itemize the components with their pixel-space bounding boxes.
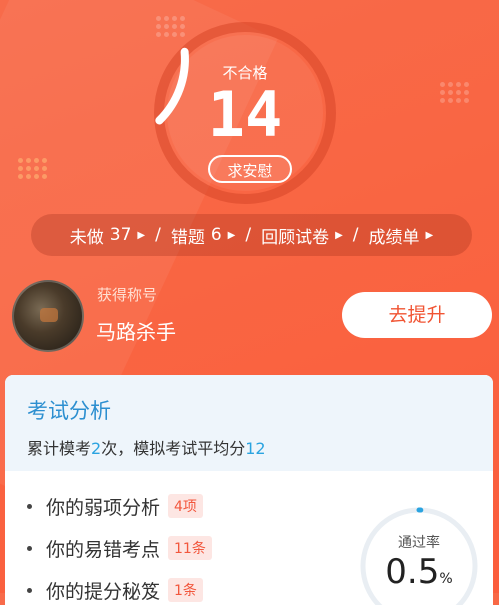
wrong-questions-link[interactable]: 错题 6 ▶ — [171, 223, 236, 248]
pass-rate-gauge: 通过率 0.5% — [357, 504, 481, 605]
summary-prefix: 累计模考 — [27, 439, 91, 458]
score-value: 14 — [150, 80, 340, 150]
summary-middle: 次，模拟考试平均分 — [101, 439, 245, 458]
bullet-icon — [27, 504, 32, 509]
comfort-button[interactable]: 求安慰 — [208, 155, 292, 183]
report-label: 成绩单 — [369, 223, 420, 248]
result-action-bar: 未做 37 ▶ / 错题 6 ▶ / 回顾试卷 ▶ / 成绩单 ▶ — [31, 214, 472, 256]
review-label: 回顾试卷 — [261, 223, 329, 248]
play-arrow-icon: ▶ — [137, 230, 145, 241]
improve-button[interactable]: 去提升 — [342, 292, 492, 338]
list-item-label: 你的易错考点 — [46, 535, 160, 562]
score-gauge: 不合格 14 求安慰 — [150, 18, 340, 208]
score-report-link[interactable]: 成绩单 ▶ — [369, 223, 434, 248]
pass-rate-unit: % — [439, 571, 452, 587]
analysis-title: 考试分析 — [27, 395, 111, 425]
bullet-icon — [27, 588, 32, 593]
undone-questions-link[interactable]: 未做 37 ▶ — [70, 223, 145, 248]
separator: / — [353, 225, 359, 245]
pass-rate-label: 通过率 — [357, 532, 481, 552]
analysis-list: 你的弱项分析 4项 你的易错考点 11条 你的提分秘笈 1条 — [27, 485, 212, 605]
count-badge: 4项 — [168, 494, 203, 518]
play-arrow-icon: ▶ — [426, 230, 434, 241]
earned-title-caption: 获得称号 — [97, 284, 157, 305]
average-score: 12 — [245, 439, 265, 458]
decor-dots — [18, 158, 47, 179]
analysis-header: 考试分析 累计模考2次，模拟考试平均分12 — [5, 375, 493, 471]
review-paper-link[interactable]: 回顾试卷 ▶ — [261, 223, 343, 248]
list-item-tips[interactable]: 你的提分秘笈 1条 — [27, 569, 212, 605]
wrong-count: 6 — [211, 225, 222, 245]
exam-count: 2 — [91, 439, 101, 458]
decor-dots — [440, 82, 469, 103]
exam-analysis-panel: 考试分析 累计模考2次，模拟考试平均分12 你的弱项分析 4项 你的易错考点 1… — [5, 375, 493, 605]
play-arrow-icon: ▶ — [228, 230, 236, 241]
earned-title: 马路杀手 — [96, 316, 176, 345]
play-arrow-icon: ▶ — [335, 230, 343, 241]
pass-rate-value: 0.5% — [357, 552, 481, 592]
avatar[interactable] — [12, 280, 84, 352]
list-item-label: 你的提分秘笈 — [46, 577, 160, 604]
list-item-label: 你的弱项分析 — [46, 493, 160, 520]
bullet-icon — [27, 546, 32, 551]
list-item-weakness[interactable]: 你的弱项分析 4项 — [27, 485, 212, 527]
separator: / — [245, 225, 251, 245]
analysis-summary: 累计模考2次，模拟考试平均分12 — [27, 435, 266, 459]
separator: / — [155, 225, 161, 245]
undone-label: 未做 — [70, 223, 104, 248]
count-badge: 11条 — [168, 536, 212, 560]
count-badge: 1条 — [168, 578, 203, 602]
pass-rate-number: 0.5 — [385, 552, 439, 592]
list-item-error-prone[interactable]: 你的易错考点 11条 — [27, 527, 212, 569]
wrong-label: 错题 — [171, 223, 205, 248]
undone-count: 37 — [110, 225, 132, 245]
